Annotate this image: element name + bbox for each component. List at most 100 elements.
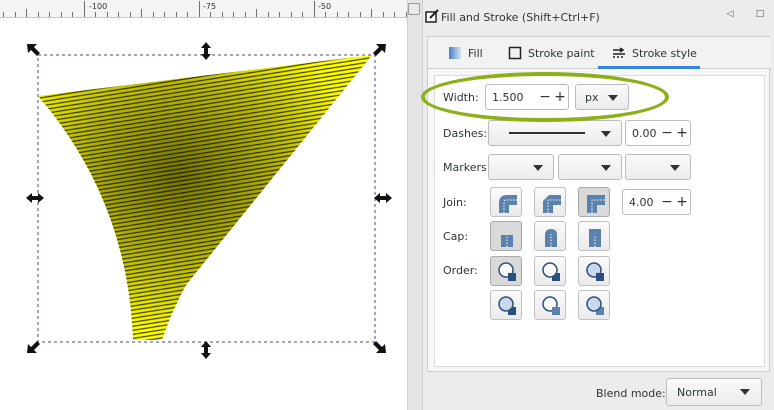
end-marker-dropdown[interactable] xyxy=(625,154,691,180)
ruler-tick xyxy=(268,12,269,17)
resize-handle-top xyxy=(201,42,211,60)
cap-label: Cap: xyxy=(443,230,469,243)
tab-bar: Fill Stroke paint Stroke style xyxy=(428,37,771,69)
resize-handle-bottom-right xyxy=(373,341,386,353)
chevron-down-icon xyxy=(601,165,611,171)
start-marker-dropdown[interactable] xyxy=(488,154,554,180)
join-miter-button[interactable] xyxy=(578,187,610,217)
ruler-tick xyxy=(3,12,4,17)
ruler-tick xyxy=(233,12,234,17)
join-miter-icon xyxy=(587,195,605,213)
ruler-tick xyxy=(291,12,292,17)
cap-square-button[interactable] xyxy=(578,221,610,251)
order-stroke-markers-fill-icon xyxy=(542,296,560,315)
horizontal-ruler: -100 -75 -50 xyxy=(0,0,407,18)
blend-mode-dropdown[interactable]: Normal xyxy=(666,378,762,406)
ruler-tick xyxy=(360,12,361,17)
ruler-tick xyxy=(302,12,303,17)
tab-label: Fill xyxy=(468,46,483,60)
blend-mode-label: Blend mode: xyxy=(596,387,666,400)
ruler-toggle-button[interactable] xyxy=(408,3,420,15)
resize-handle-left xyxy=(26,193,44,203)
dialog-header: Fill and Stroke (Shift+Ctrl+F) ◁ □ xyxy=(423,0,774,36)
solid-line-preview xyxy=(509,132,585,134)
dash-pattern-dropdown[interactable] xyxy=(488,120,622,146)
cap-square-icon xyxy=(589,229,601,247)
ruler-tick xyxy=(49,12,50,17)
close-icon[interactable]: □ xyxy=(754,8,766,20)
order-markers-stroke-fill-button[interactable] xyxy=(578,290,610,320)
tab-stroke-paint[interactable]: Stroke paint xyxy=(508,37,595,69)
markers-label: Markers: xyxy=(443,161,491,174)
ruler-label: -50 xyxy=(318,2,332,11)
drawing-canvas[interactable] xyxy=(0,18,407,410)
ruler-label: -100 xyxy=(89,2,108,11)
ruler-tick xyxy=(187,12,188,17)
ruler-tick xyxy=(337,12,338,17)
order-stroke-markers-fill-button[interactable] xyxy=(534,290,566,320)
dialog-title: Fill and Stroke (Shift+Ctrl+F) xyxy=(441,11,600,24)
order-fill-stroke-markers-icon xyxy=(498,262,516,281)
triangle-shape[interactable] xyxy=(38,55,372,340)
resize-handle-bottom-left xyxy=(27,341,40,353)
active-tab-indicator xyxy=(598,66,700,69)
mid-marker-dropdown[interactable] xyxy=(558,154,622,180)
ruler-tick xyxy=(394,12,395,17)
ruler-tick xyxy=(95,12,96,17)
cap-butt-button[interactable] xyxy=(490,221,522,251)
order-stroke-fill-markers-button[interactable] xyxy=(534,256,566,286)
canvas-area[interactable]: -100 -75 -50 xyxy=(0,0,407,410)
order-markers-fill-stroke-button[interactable] xyxy=(578,256,610,286)
dash-offset-spinbox[interactable]: 0.00 − + xyxy=(625,120,691,146)
order-fill-markers-stroke-button[interactable] xyxy=(490,290,522,320)
ruler-tick xyxy=(245,12,246,17)
order-fill-stroke-markers-button[interactable] xyxy=(490,256,522,286)
order-fill-markers-stroke-icon xyxy=(498,296,516,315)
join-label: Join: xyxy=(443,196,467,209)
decrement-button[interactable]: − xyxy=(660,124,674,142)
dashes-label: Dashes: xyxy=(443,127,488,140)
resize-handle-top-right xyxy=(373,44,386,56)
ruler-tick xyxy=(141,9,142,17)
miter-limit-value: 4.00 xyxy=(629,196,654,209)
tab-label: Stroke paint xyxy=(528,46,595,60)
fill-stroke-icon xyxy=(425,9,439,23)
join-bevel-icon xyxy=(543,195,561,213)
dock-separator[interactable] xyxy=(407,0,423,410)
join-round-button[interactable] xyxy=(490,187,522,217)
ruler-tick xyxy=(61,12,62,17)
increment-button[interactable]: + xyxy=(675,193,689,211)
join-bevel-button[interactable] xyxy=(534,187,566,217)
decrement-button[interactable]: − xyxy=(660,193,674,211)
blend-mode-value: Normal xyxy=(677,386,717,399)
order-markers-fill-stroke-icon xyxy=(586,262,604,281)
ruler-tick xyxy=(325,12,326,17)
ruler-tick xyxy=(15,12,16,17)
resize-handle-bottom xyxy=(201,341,211,359)
ruler-tick xyxy=(38,12,39,17)
stroke-paint-icon xyxy=(508,46,522,60)
cap-round-icon xyxy=(545,229,557,247)
ruler-tick xyxy=(383,12,384,17)
ruler-tick xyxy=(314,1,315,17)
ruler-tick xyxy=(176,12,177,17)
dock-menu-icon[interactable]: ◁ xyxy=(724,8,736,20)
ruler-tick xyxy=(153,12,154,17)
miter-limit-spinbox[interactable]: 4.00 − + xyxy=(622,189,691,215)
ruler-label: -75 xyxy=(203,2,217,11)
ruler-tick xyxy=(26,9,27,17)
chevron-down-icon xyxy=(601,131,611,137)
ruler-tick xyxy=(210,12,211,17)
increment-button[interactable]: + xyxy=(675,124,689,142)
ruler-tick xyxy=(164,12,165,17)
cap-round-button[interactable] xyxy=(534,221,566,251)
ruler-tick xyxy=(84,1,85,17)
order-markers-stroke-fill-icon xyxy=(586,296,604,315)
chevron-down-icon xyxy=(740,389,750,395)
order-stroke-fill-markers-icon xyxy=(542,262,560,281)
ruler-tick xyxy=(348,12,349,17)
fill-icon xyxy=(449,47,461,59)
tab-fill[interactable]: Fill xyxy=(448,37,483,69)
chevron-down-icon xyxy=(533,165,543,171)
tab-stroke-style[interactable]: Stroke style xyxy=(612,37,697,69)
